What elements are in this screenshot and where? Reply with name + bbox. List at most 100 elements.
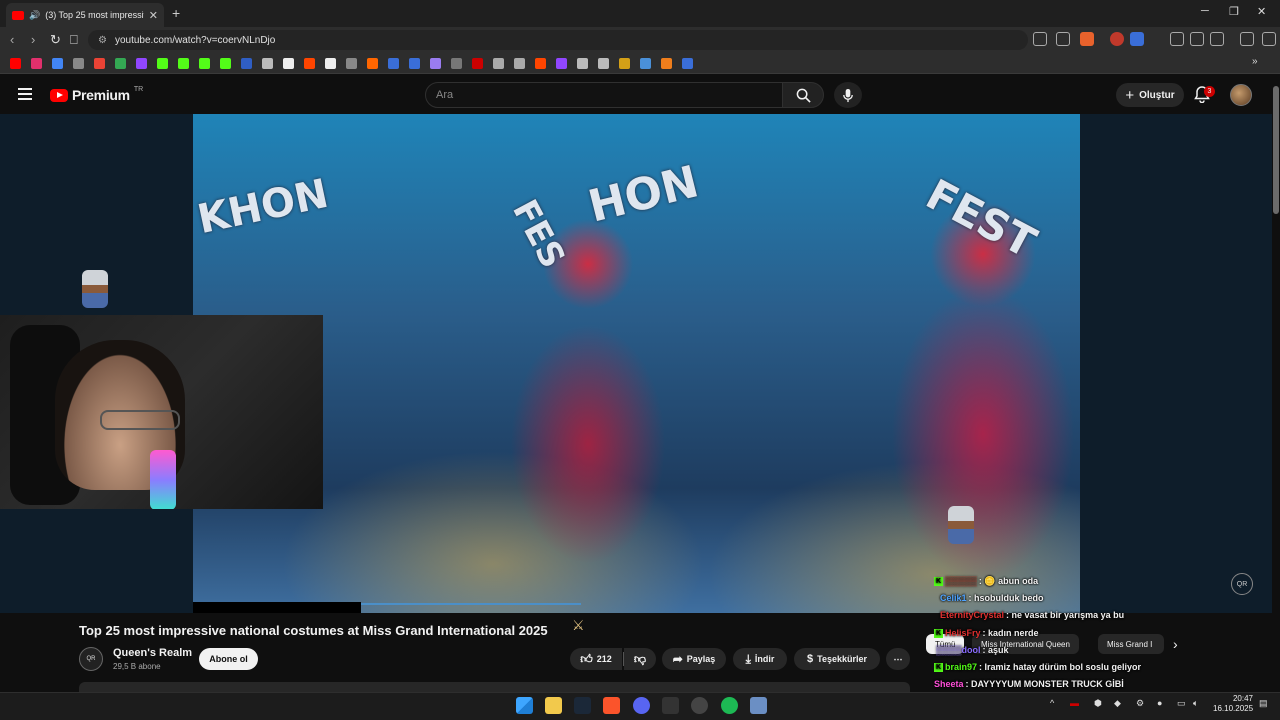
reload-icon[interactable]: ↻: [50, 32, 61, 48]
file-explorer-icon[interactable]: [545, 697, 562, 714]
extensions-puzzle-icon[interactable]: [1190, 32, 1204, 46]
bookmark-favicon-icon[interactable]: [262, 58, 273, 69]
bookmark-favicon-icon[interactable]: [115, 58, 126, 69]
progress-bar-fill[interactable]: [361, 603, 581, 605]
download-button[interactable]: ⤓ İndir: [733, 648, 787, 670]
brave-browser-icon[interactable]: [603, 697, 620, 714]
account-avatar[interactable]: [1230, 84, 1252, 106]
share-button[interactable]: ➦ Paylaş: [662, 648, 726, 670]
share-page-icon[interactable]: [1056, 32, 1070, 46]
bookmark-favicon-icon[interactable]: [31, 58, 42, 69]
channel-name[interactable]: Queen's Realm: [113, 647, 192, 659]
bookmark-favicon-icon[interactable]: [325, 58, 336, 69]
bookmark-favicon-icon[interactable]: [346, 58, 357, 69]
progress-bar-track[interactable]: [193, 602, 361, 613]
audio-playing-icon[interactable]: 🔊: [29, 10, 40, 21]
bookmark-favicon-icon[interactable]: [472, 58, 483, 69]
window-minimize-button[interactable]: ─: [1201, 5, 1209, 17]
back-arrow-icon[interactable]: ‹: [10, 32, 14, 47]
tray-app-icon[interactable]: ◆: [1114, 698, 1121, 709]
discord-icon[interactable]: [633, 697, 650, 714]
spotify-icon[interactable]: [721, 697, 738, 714]
bookmark-favicon-icon[interactable]: [556, 58, 567, 69]
create-button[interactable]: + Oluştur: [1116, 83, 1184, 107]
brave-shields-icon[interactable]: [1080, 32, 1094, 46]
taskbar-clock[interactable]: 20:47 16.10.2025: [1213, 694, 1253, 714]
bookmark-favicon-icon[interactable]: [640, 58, 651, 69]
like-button[interactable]: 👍︎ 212: [570, 648, 622, 670]
obs-icon[interactable]: [691, 697, 708, 714]
new-tab-button[interactable]: +: [172, 5, 180, 21]
voice-search-button[interactable]: [834, 82, 862, 108]
media-controls-icon[interactable]: [1240, 32, 1254, 46]
bookmark-favicon-icon[interactable]: [52, 58, 63, 69]
bookmark-favicon-icon[interactable]: [220, 58, 231, 69]
tab-close-icon[interactable]: ✕: [149, 9, 158, 22]
dislike-button[interactable]: 👎︎: [624, 648, 656, 670]
network-icon[interactable]: ▭: [1177, 698, 1186, 709]
chevron-right-icon[interactable]: ›: [1173, 636, 1178, 652]
bookmark-favicon-icon[interactable]: [661, 58, 672, 69]
video-player[interactable]: KHON FES HON FEST QR: [0, 114, 1272, 613]
sidebar-icon[interactable]: [1210, 32, 1224, 46]
bookmark-favicon-icon[interactable]: [493, 58, 504, 69]
bookmark-favicon-icon[interactable]: [535, 58, 546, 69]
bookmark-favicon-icon[interactable]: [304, 58, 315, 69]
thanks-button[interactable]: $ Teşekkürler: [794, 648, 880, 670]
window-maximize-button[interactable]: ❐: [1229, 5, 1239, 18]
bookmarks-overflow-icon[interactable]: »: [1252, 56, 1263, 67]
bookmark-favicon-icon[interactable]: [10, 58, 21, 69]
bookmark-favicon-icon[interactable]: [451, 58, 462, 69]
extension-icon[interactable]: [1130, 32, 1144, 46]
bookmark-favicon-icon[interactable]: [367, 58, 378, 69]
bookmark-favicon-icon[interactable]: [136, 58, 147, 69]
site-settings-icon[interactable]: ⚙: [98, 35, 107, 46]
channel-avatar[interactable]: QR: [79, 647, 103, 671]
bookmark-favicon-icon[interactable]: [241, 58, 252, 69]
menu-icon[interactable]: [1262, 32, 1276, 46]
guide-menu-icon[interactable]: [18, 88, 32, 100]
bookmark-favicon-icon[interactable]: [283, 58, 294, 69]
bookmark-icon[interactable]: ⎕: [70, 32, 78, 48]
bookmark-favicon-icon[interactable]: [199, 58, 210, 69]
app-icon[interactable]: [662, 697, 679, 714]
tray-app-icon[interactable]: ⬢: [1094, 698, 1102, 709]
search-button[interactable]: [782, 82, 824, 108]
tray-app-icon[interactable]: ▬: [1070, 698, 1079, 708]
channel-watermark[interactable]: QR: [1231, 573, 1253, 595]
volume-icon[interactable]: 🔈︎: [1193, 698, 1198, 709]
bookmark-favicon-icon[interactable]: [598, 58, 609, 69]
bookmark-favicon-icon[interactable]: [619, 58, 630, 69]
video-frame[interactable]: KHON FES HON FEST: [193, 114, 1080, 613]
address-bar[interactable]: ⚙ youtube.com/watch?v=coervNLnDjo: [88, 30, 1028, 50]
bookmark-favicon-icon[interactable]: [178, 58, 189, 69]
browser-tab-youtube[interactable]: 🔊 (3) Top 25 most impressive n ✕: [6, 3, 164, 27]
bookmark-favicon-icon[interactable]: [409, 58, 420, 69]
tray-steam-icon[interactable]: ⚙: [1136, 698, 1144, 709]
tray-mic-icon[interactable]: ●: [1157, 698, 1162, 708]
tray-chevron-icon[interactable]: ^: [1050, 698, 1054, 708]
bookmark-favicon-icon[interactable]: [430, 58, 441, 69]
chip-miss-grand[interactable]: Miss Grand I: [1098, 634, 1164, 654]
youtube-premium-logo[interactable]: Premium TR: [50, 86, 143, 103]
extension-icon[interactable]: [1110, 32, 1124, 46]
bookmark-favicon-icon[interactable]: [682, 58, 693, 69]
windows-start-icon[interactable]: [516, 697, 533, 714]
notification-center-icon[interactable]: ▤: [1259, 698, 1268, 709]
search-input[interactable]: Ara: [425, 82, 783, 108]
scrollbar-thumb[interactable]: [1273, 86, 1279, 214]
app-icon[interactable]: [750, 697, 767, 714]
forward-arrow-icon[interactable]: ›: [31, 32, 35, 47]
more-actions-button[interactable]: ⋯: [886, 648, 910, 670]
steam-icon[interactable]: [574, 697, 591, 714]
window-close-button[interactable]: ✕: [1257, 5, 1266, 18]
bookmark-favicon-icon[interactable]: [577, 58, 588, 69]
subscribe-button[interactable]: Abone ol: [199, 648, 258, 670]
bookmark-favicon-icon[interactable]: [73, 58, 84, 69]
cast-icon[interactable]: [1033, 32, 1047, 46]
bookmark-favicon-icon[interactable]: [94, 58, 105, 69]
bookmark-favicon-icon[interactable]: [514, 58, 525, 69]
extension-icon[interactable]: [1170, 32, 1184, 46]
bookmark-favicon-icon[interactable]: [388, 58, 399, 69]
bookmark-favicon-icon[interactable]: [157, 58, 168, 69]
